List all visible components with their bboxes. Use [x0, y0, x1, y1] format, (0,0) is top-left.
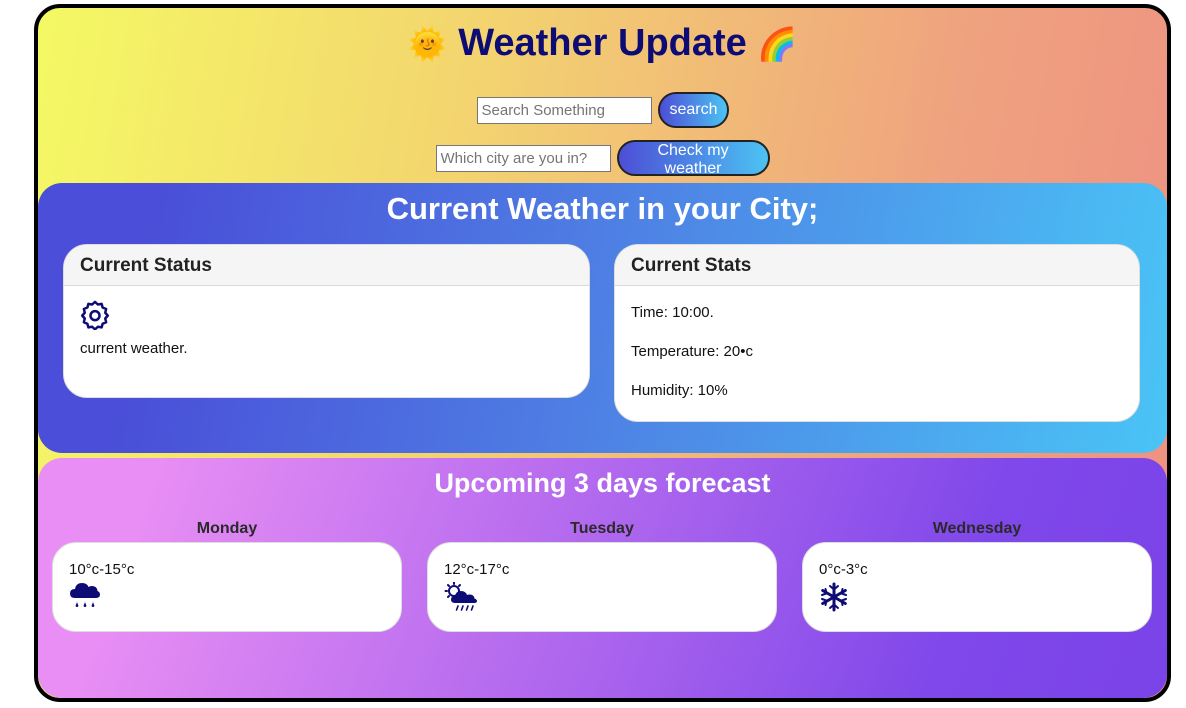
temperature-range: 10°c-15°c: [69, 561, 135, 578]
forecast-title: Upcoming 3 days forecast: [434, 468, 771, 498]
snowflake-icon: [821, 582, 847, 612]
city-row: Check my weather: [38, 140, 1167, 177]
day-card: 10°c-15°c: [52, 542, 402, 632]
current-status-header: Current Status: [64, 245, 589, 286]
rainbow-icon: 🌈: [757, 26, 798, 62]
day-name: Tuesday: [570, 520, 634, 537]
stat-temperature: Temperature: 20•c: [631, 343, 753, 360]
temperature-range: 12°c-17°c: [444, 561, 510, 578]
sun-face-icon: 🌞: [407, 26, 448, 62]
current-stats-card: Current Stats Time: 10:00. Temperature: …: [614, 244, 1140, 422]
app-frame: 🌞 Weather Update 🌈 search Check my weath…: [34, 4, 1171, 702]
city-input[interactable]: [435, 144, 611, 172]
forecast-day: Wednesday 0°c-3°c: [802, 520, 1152, 632]
gear-icon: [81, 300, 109, 330]
forecast-section: Upcoming 3 days forecast Monday 10°c-15°…: [38, 458, 1167, 698]
search-input[interactable]: [476, 96, 652, 124]
stat-humidity: Humidity: 10%: [631, 382, 728, 399]
current-weather-title: Current Weather in your City;: [386, 191, 819, 226]
day-card: 0°c-3°c: [802, 542, 1152, 632]
temperature-range: 0°c-3°c: [819, 561, 868, 578]
day-name: Monday: [196, 520, 258, 537]
page-title: 🌞 Weather Update 🌈: [38, 22, 1167, 65]
rain-cloud-icon: [70, 583, 100, 608]
forecast-day: Monday 10°c-15°c: [52, 520, 402, 632]
stat-time: Time: 10:00.: [631, 304, 714, 321]
day-name: Wednesday: [932, 520, 1022, 537]
sun-cloud-rain-icon: [444, 582, 477, 611]
current-stats-header: Current Stats: [615, 245, 1139, 286]
check-weather-button[interactable]: Check my weather: [616, 140, 770, 177]
day-card: 12°c-17°c: [427, 542, 777, 632]
search-button[interactable]: search: [657, 92, 729, 128]
search-row: search: [38, 92, 1167, 128]
current-weather-section: Current Weather in your City; Current St…: [38, 183, 1167, 453]
page-title-text: Weather Update: [458, 22, 747, 64]
current-status-card: Current Status current weather.: [63, 244, 590, 398]
current-status-text: current weather.: [80, 340, 188, 357]
forecast-day: Tuesday 12°c-17°c: [427, 520, 777, 632]
